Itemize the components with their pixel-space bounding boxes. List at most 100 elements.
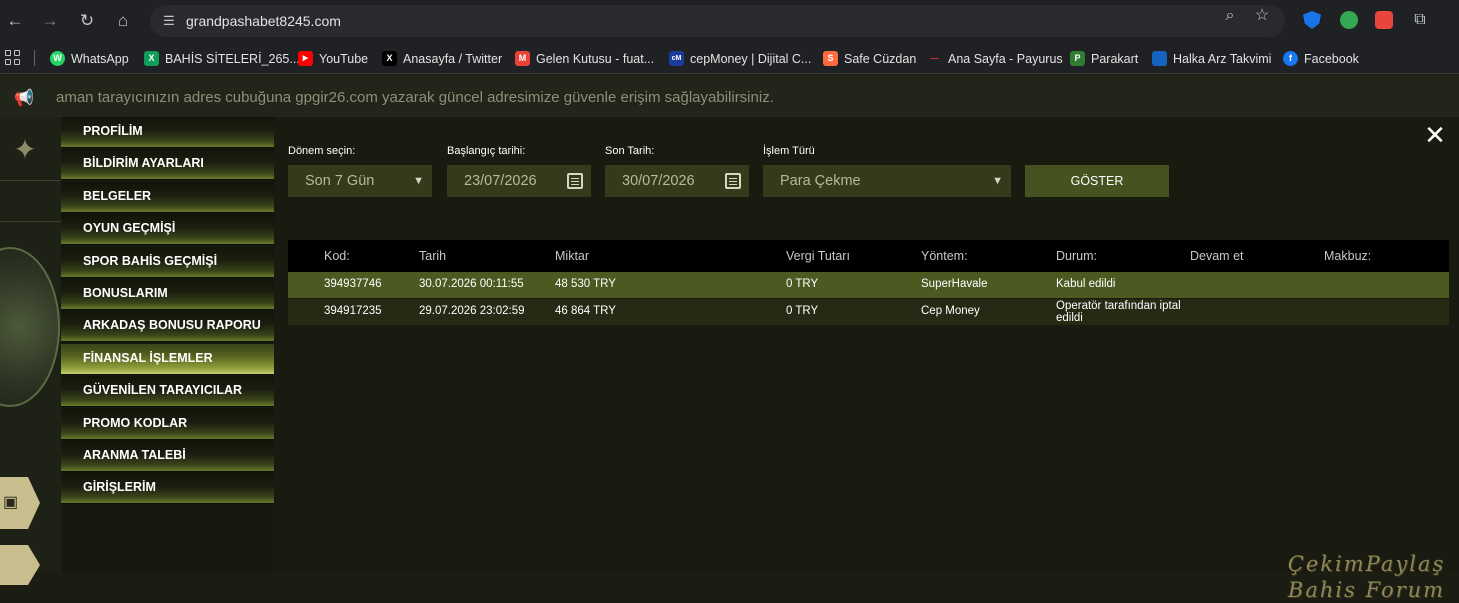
bookmark-label: WhatsApp [71, 51, 129, 66]
page: 📢 aman tarayıcınızın adres cubuğuna gpgi… [0, 75, 1459, 602]
cell-yontem: Cep Money [921, 305, 980, 317]
header-yontem: Yöntem: [921, 249, 968, 263]
menu-item-oyun-gecmisi[interactable]: OYUN GEÇMİŞİ [61, 214, 274, 245]
forum-watermark: ÇekimPaylaş Bahis Forum [1274, 551, 1459, 603]
menu-item-girislerim[interactable]: GİRİŞLERİM [61, 473, 274, 504]
bookmark-whatsapp[interactable]: W WhatsApp [50, 50, 129, 67]
x-twitter-icon: X [382, 51, 397, 66]
bookmark-star-icon[interactable]: ☆ [1252, 6, 1272, 26]
bookmark-safe-cuzdan[interactable]: S Safe Cüzdan [823, 50, 916, 67]
cell-kod: 394917235 [324, 305, 382, 317]
menu-item-promo-kodlar[interactable]: PROMO KODLAR [61, 409, 274, 440]
safe-wallet-icon: S [823, 51, 838, 66]
zoom-search-icon[interactable]: ⌕ [1220, 6, 1240, 26]
header-vergi-tutari: Vergi Tutarı [786, 249, 850, 263]
bookmark-label: Gelen Kutusu - fuat... [536, 51, 655, 66]
decorative-emblem [0, 247, 60, 407]
table-row[interactable]: 394917235 29.07.2026 23:02:59 46 864 TRY… [288, 299, 1449, 325]
wallet-icon[interactable]: ▣ [0, 477, 40, 529]
bookmark-youtube[interactable]: ▶ YouTube [298, 50, 368, 67]
apps-grid-icon[interactable] [5, 50, 21, 66]
period-select-value: Son 7 Gün [305, 173, 375, 189]
cepmoney-icon: cM [669, 51, 684, 66]
table-header: Kod: Tarih Miktar Vergi Tutarı Yöntem: D… [288, 240, 1449, 272]
spreadsheet-icon: X [144, 51, 159, 66]
site-logo-icon[interactable]: ✦ [10, 135, 40, 165]
bookmark-payurus[interactable]: — Ana Sayfa - Payurus [927, 50, 1063, 67]
bookmarks-bar: W WhatsApp X BAHİS SİTELERİ_265... ▶ YouTub… [0, 42, 1459, 74]
bookmarks-separator [34, 50, 35, 66]
transaction-type-select[interactable]: Para Çekme ▼ [763, 165, 1011, 197]
menu-item-finansal-islemler[interactable]: FİNANSAL İŞLEMLER [61, 344, 274, 375]
address-url[interactable]: grandpashabet8245.com [186, 13, 341, 29]
gmail-icon: M [515, 51, 530, 66]
site-info-icon[interactable]: ☰ [160, 12, 178, 30]
calendar-icon[interactable] [725, 173, 741, 189]
end-date-label: Son Tarih: [605, 145, 655, 157]
bookmark-halka-arz[interactable]: Halka Arz Takvimi [1152, 50, 1271, 67]
back-arrow-icon[interactable]: ← [3, 9, 27, 33]
bookmark-cepmoney[interactable]: cM cepMoney | Dijital C... [669, 50, 811, 67]
calendar-icon[interactable] [567, 173, 583, 189]
menu-item-spor-bahis-gecmisi[interactable]: SPOR BAHİS GEÇMİŞİ [61, 247, 274, 278]
bookmark-label: Ana Sayfa - Payurus [948, 51, 1063, 66]
show-button[interactable]: GÖSTER [1025, 165, 1169, 197]
cell-vergi: 0 TRY [786, 278, 819, 290]
record-extension-icon[interactable] [1375, 11, 1393, 29]
watermark-line1: ÇekimPaylaş [1287, 552, 1446, 576]
account-menu: PROFİLİM BİLDİRİM AYARLARI BELGELER OYUN… [61, 117, 274, 572]
end-date-value: 30/07/2026 [622, 173, 695, 189]
cell-miktar: 46 864 TRY [555, 305, 616, 317]
transaction-type-label: İşlem Türü [763, 145, 815, 157]
menu-item-arkadas-bonusu-raporu[interactable]: ARKADAŞ BONUSU RAPORU [61, 311, 274, 342]
period-select[interactable]: Son 7 Gün ▼ [288, 165, 432, 197]
cell-kod: 394937746 [324, 278, 382, 290]
menu-item-profilim[interactable]: PROFİLİM [61, 117, 274, 148]
start-date-value: 23/07/2026 [464, 173, 537, 189]
home-icon[interactable]: ⌂ [111, 9, 135, 33]
header-kod: Kod: [324, 249, 350, 263]
parakart-icon: P [1070, 51, 1085, 66]
bookmark-label: Facebook [1304, 51, 1359, 66]
bookmark-label: BAHİS SİTELERİ_265... [165, 51, 300, 66]
divider [0, 221, 61, 222]
whatsapp-icon: W [50, 51, 65, 66]
header-makbuz: Makbuz: [1324, 249, 1372, 263]
announcement-text: aman tarayıcınızın adres cubuğuna gpgir2… [56, 89, 774, 106]
address-bar[interactable]: ☰ grandpashabet8245.com [150, 5, 1285, 37]
youtube-icon: ▶ [298, 51, 313, 66]
chevron-down-icon: ▼ [413, 175, 424, 187]
bookmark-label: Parakart [1091, 51, 1139, 66]
financial-transactions-panel: ✕ Dönem seçin: Son 7 Gün ▼ Başlangıç tar… [274, 117, 1459, 572]
forward-arrow-icon[interactable]: → [38, 9, 62, 33]
megaphone-icon: 📢 [14, 90, 34, 107]
menu-item-bildirim-ayarlari[interactable]: BİLDİRİM AYARLARI [61, 149, 274, 180]
start-date-input[interactable]: 23/07/2026 [447, 165, 591, 197]
bookmark-twitter[interactable]: X Anasayfa / Twitter [382, 50, 502, 67]
halka-arz-icon [1152, 51, 1167, 66]
cell-miktar: 48 530 TRY [555, 278, 616, 290]
cell-tarih: 30.07.2026 00:11:55 [419, 278, 524, 290]
header-devam-et: Devam et [1190, 249, 1244, 263]
announcement-bar: 📢 aman tarayıcınızın adres cubuğuna gpgi… [0, 75, 1459, 117]
menu-item-bonuslarim[interactable]: BONUSLARIM [61, 279, 274, 310]
start-date-label: Başlangıç tarihi: [447, 145, 526, 157]
bookmark-sheets[interactable]: X BAHİS SİTELERİ_265... [144, 50, 300, 67]
facebook-icon: f [1283, 51, 1298, 66]
gift-icon[interactable] [0, 545, 40, 585]
menu-item-aranma-talebi[interactable]: ARANMA TALEBİ [61, 441, 274, 472]
shield-extension-icon[interactable] [1303, 11, 1321, 29]
close-icon[interactable]: ✕ [1424, 122, 1446, 148]
cell-yontem: SuperHavale [921, 278, 988, 290]
extensions-puzzle-icon[interactable]: ⧉ [1410, 10, 1430, 30]
bookmark-gmail[interactable]: M Gelen Kutusu - fuat... [515, 50, 654, 67]
end-date-input[interactable]: 30/07/2026 [605, 165, 749, 197]
table-row[interactable]: 394937746 30.07.2026 00:11:55 48 530 TRY… [288, 272, 1449, 298]
menu-item-guvenilen-tarayicilar[interactable]: GÜVENİLEN TARAYICILAR [61, 376, 274, 407]
chat-extension-icon[interactable] [1340, 11, 1358, 29]
bookmark-parakart[interactable]: P Parakart [1070, 50, 1138, 67]
reload-icon[interactable]: ↻ [75, 9, 99, 33]
bookmark-facebook[interactable]: f Facebook [1283, 50, 1359, 67]
bookmark-label: Safe Cüzdan [844, 51, 917, 66]
menu-item-belgeler[interactable]: BELGELER [61, 182, 274, 213]
